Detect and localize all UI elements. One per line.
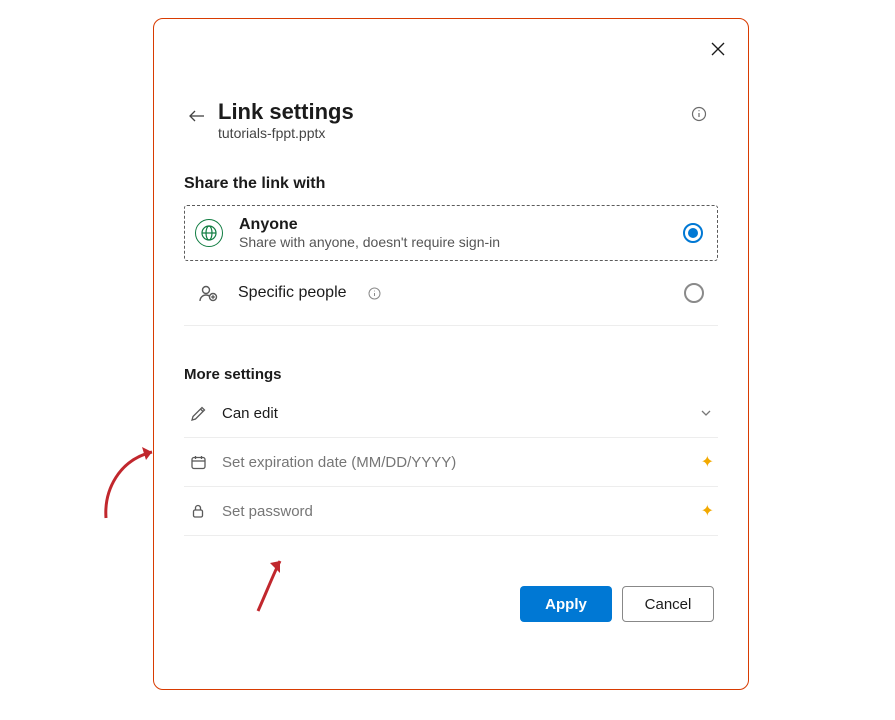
button-row: Apply Cancel — [184, 586, 718, 622]
info-icon — [368, 287, 381, 300]
info-icon — [691, 106, 707, 122]
link-settings-dialog: Link settings tutorials-fppt.pptx Share … — [153, 18, 749, 690]
password-placeholder: Set password — [222, 503, 313, 520]
premium-sparkle-icon: ✦ — [701, 501, 714, 521]
share-option-specific[interactable]: Specific people — [184, 261, 718, 326]
can-edit-row[interactable]: Can edit — [184, 389, 718, 438]
info-button[interactable] — [690, 105, 708, 123]
chevron-down-icon — [700, 406, 714, 420]
more-settings-title: More settings — [184, 366, 718, 383]
cancel-button[interactable]: Cancel — [622, 586, 714, 622]
dialog-header: Link settings tutorials-fppt.pptx — [184, 99, 718, 141]
pencil-icon — [188, 403, 208, 423]
expiration-placeholder: Set expiration date (MM/DD/YYYY) — [222, 454, 456, 471]
title-block: Link settings tutorials-fppt.pptx — [218, 99, 718, 141]
back-button[interactable] — [186, 105, 208, 127]
arrow-left-icon — [187, 106, 207, 126]
apply-button[interactable]: Apply — [520, 586, 612, 622]
share-option-anyone[interactable]: Anyone Share with anyone, doesn't requir… — [184, 205, 718, 261]
password-row[interactable]: Set password ✦ — [184, 487, 718, 536]
anyone-label: Anyone — [239, 216, 500, 234]
can-edit-label: Can edit — [222, 405, 278, 422]
share-section-title: Share the link with — [184, 175, 718, 193]
anyone-sub: Share with anyone, doesn't require sign-… — [239, 234, 500, 250]
expiration-row[interactable]: Set expiration date (MM/DD/YYYY) ✦ — [184, 438, 718, 487]
specific-label: Specific people — [238, 284, 347, 302]
close-button[interactable] — [706, 37, 730, 61]
radio-selected[interactable] — [683, 223, 703, 243]
premium-sparkle-icon: ✦ — [701, 452, 714, 472]
specific-info-button[interactable] — [367, 286, 382, 301]
close-icon — [710, 41, 726, 57]
calendar-icon — [188, 452, 208, 472]
people-icon — [194, 279, 222, 307]
dialog-title: Link settings — [218, 99, 718, 125]
filename: tutorials-fppt.pptx — [218, 125, 718, 141]
lock-icon — [188, 501, 208, 521]
radio-unselected[interactable] — [684, 283, 704, 303]
anyone-text: Anyone Share with anyone, doesn't requir… — [239, 216, 500, 250]
globe-icon — [195, 219, 223, 247]
